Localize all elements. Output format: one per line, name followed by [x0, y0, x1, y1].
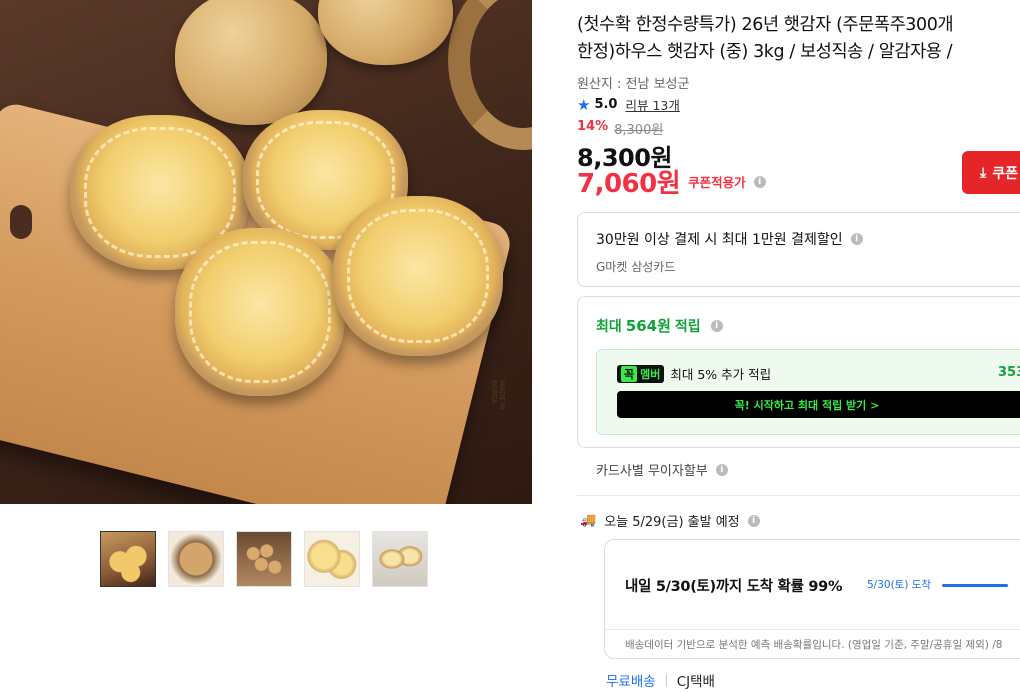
raw-potato [318, 0, 453, 65]
product-title-line-1: (첫수확 한정수량특가) 26년 햇감자 (주문폭주300개 [577, 15, 954, 35]
installment-row[interactable]: 카드사별 무이자할부 i [596, 460, 728, 479]
tag-separator [665, 673, 667, 687]
club-member-panel: 꼭 멤버 최대 5% 추가 적립 353 꼭! 시작하고 최대 적립 받기 > [596, 349, 1020, 435]
thumbnail-3[interactable] [236, 531, 292, 587]
club-points-value: 353 [998, 365, 1020, 380]
download-icon: ⤓ [980, 164, 987, 181]
arrival-date-label: 5/30(토) 도착 [867, 579, 932, 591]
board-handle-hole [10, 205, 32, 239]
points-suffix: 적립 [674, 318, 701, 335]
arrival-probability-box: 내일 5/30(토)까지 도착 확률 99% 5/30(토) 도착 배송데이터 … [604, 539, 1020, 659]
coupon-price-label: 쿠폰적용가 [688, 175, 746, 190]
carrier-label: CJ택배 [676, 674, 715, 690]
baked-potato [333, 196, 503, 356]
star-icon: ★ [577, 95, 591, 114]
club-join-button[interactable]: 꼭! 시작하고 최대 적립 받기 > [617, 391, 1020, 418]
card-discount-box[interactable]: 30만원 이상 결제 시 최대 1만원 결제할인 i G마켓 삼성카드 [577, 212, 1020, 287]
review-link[interactable]: 리뷰 13개 [625, 95, 679, 114]
baked-potato [175, 228, 345, 396]
departure-text: 오늘 5/29(금) 출발 예정 [604, 515, 740, 530]
arrival-probability-bar [942, 584, 1008, 587]
coupon-button-label: 쿠폰 [992, 165, 1018, 182]
coupon-price: 7,060원 [577, 169, 681, 199]
discount-rate: 14% [577, 119, 609, 134]
arrival-divider [605, 629, 1020, 630]
arrival-note: 배송데이터 기반으로 분석한 예측 배송확률입니다. (영업일 기준, 주말/공… [625, 639, 1003, 651]
points-box: 최대 564원 적립 i 꼭 멤버 최대 5% 추가 적립 353 꼭! 시작하… [577, 296, 1020, 448]
original-price: 8,300원 [614, 123, 664, 138]
club-badge-g: 꼭 [621, 365, 638, 382]
origin-text: 원산지 : 전남 보성군 [577, 77, 690, 92]
thumbnail-5[interactable] [372, 531, 428, 587]
info-icon[interactable]: i [747, 514, 760, 527]
raw-potato [175, 0, 327, 125]
info-icon[interactable]: i [710, 319, 723, 332]
arrival-title: 내일 5/30(토)까지 도착 확률 99% [625, 579, 843, 595]
info-icon[interactable]: i [715, 463, 728, 476]
product-page: MADE IN KOREA (첫수확 한정수량특가) 26년 햇감자 (주문폭주… [0, 0, 1020, 693]
info-icon[interactable]: i [753, 175, 766, 188]
basket-illustration [448, 0, 532, 150]
coupon-download-button[interactable]: ⤓ 쿠폰 [962, 151, 1020, 194]
shipping-tags: 무료배송 CJ택배 [606, 670, 715, 690]
truck-icon: 🚚 [580, 513, 597, 528]
card-discount-title-row: 30만원 이상 결제 시 최대 1만원 결제할인 i [596, 229, 1018, 249]
card-discount-sub: G마켓 삼성카드 [596, 260, 676, 274]
thumbnail-1[interactable] [100, 531, 156, 587]
points-title: 최대 564원 적립 i [596, 315, 723, 336]
rating-score: 5.0 [594, 97, 618, 112]
club-member-text: 최대 5% 추가 적립 [670, 367, 772, 382]
discount-row: 14% 8,300원 [577, 119, 663, 138]
shipping-departure-row: 🚚 오늘 5/29(금) 출발 예정 i [580, 511, 760, 530]
info-icon[interactable]: i [850, 233, 863, 245]
product-title-line-2: 한정)하우스 햇감자 (중) 3kg / 보성직송 / 알감자용 / [577, 42, 953, 62]
club-badge-text: 멤버 [640, 367, 661, 381]
points-prefix: 최대 [596, 318, 622, 335]
rating-row: ★ 5.0 리뷰 13개 [577, 95, 680, 114]
club-badge: 꼭 멤버 [617, 364, 665, 383]
thumbnail-2[interactable] [168, 531, 224, 587]
coupon-price-row: 7,060원 쿠폰적용가 i [577, 163, 766, 200]
free-shipping-label: 무료배송 [606, 674, 656, 690]
section-divider [577, 495, 1020, 496]
card-discount-title: 30만원 이상 결제 시 최대 1만원 결제할인 [596, 232, 843, 248]
board-brand-mark: MADE IN KOREA [490, 380, 506, 411]
product-title: (첫수확 한정수량특가) 26년 햇감자 (주문폭주300개 한정)하우스 햇감… [577, 12, 1020, 66]
thumbnail-strip [100, 531, 428, 587]
club-member-row: 꼭 멤버 최대 5% 추가 적립 [617, 364, 771, 383]
points-amount: 564원 [625, 317, 671, 335]
installment-text: 카드사별 무이자할부 [596, 464, 708, 479]
thumbnail-4[interactable] [304, 531, 360, 587]
main-product-image[interactable]: MADE IN KOREA [0, 0, 532, 504]
